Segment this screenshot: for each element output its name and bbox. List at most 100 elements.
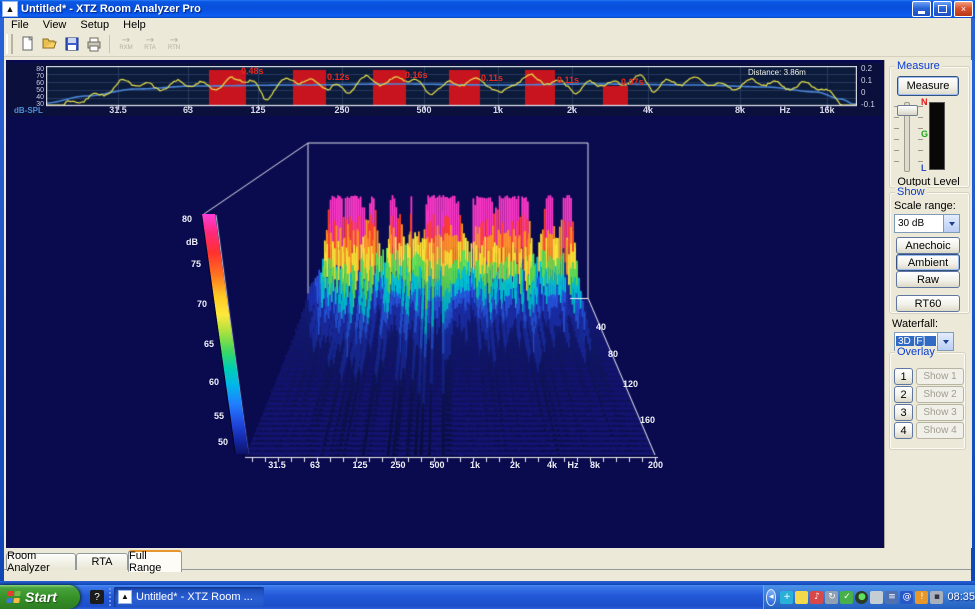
strip-left-axis-label: 40 xyxy=(36,94,44,101)
tab-room-analyzer[interactable]: Room Analyzer xyxy=(6,550,76,574)
view-tabbar: Room Analyzer RTA Full Range xyxy=(4,548,971,581)
raw-button[interactable]: Raw xyxy=(896,271,960,288)
tray-sticky-note-icon[interactable] xyxy=(795,590,809,604)
waterfall-time-label: 80 xyxy=(608,349,619,359)
quick-launch-icon[interactable]: ? xyxy=(90,590,104,604)
output-level-slider-thumb[interactable] xyxy=(897,105,918,116)
overlay-group-label: Overlay xyxy=(895,346,937,358)
anechoic-button[interactable]: Anechoic xyxy=(896,237,960,254)
overlay-number-button-3[interactable]: 3 xyxy=(894,404,913,421)
start-button-label: Start xyxy=(25,589,57,605)
open-file-button[interactable] xyxy=(39,34,61,54)
decay-time-label: 0.11s xyxy=(481,73,504,83)
tray-pointer-device-icon[interactable] xyxy=(870,590,884,604)
measure-group-label: Measure xyxy=(895,60,942,72)
input-level-meter xyxy=(929,102,945,170)
print-button[interactable] xyxy=(83,34,105,54)
strip-bottom-axis-label: 250 xyxy=(334,105,350,115)
strip-bottom-axis-label: 16k xyxy=(819,105,835,115)
scale-range-dropdown-arrow[interactable] xyxy=(943,215,959,232)
new-file-button[interactable] xyxy=(17,34,39,54)
tray-sync-icon[interactable]: ↻ xyxy=(825,590,839,604)
minimize-button[interactable] xyxy=(912,1,931,17)
menu-help[interactable]: Help xyxy=(116,19,153,31)
strip-left-axis-label: 80 xyxy=(36,66,44,73)
overlay-show-button-4[interactable]: Show 4 xyxy=(916,422,964,439)
waterfall-select-label: Waterfall: xyxy=(892,318,939,330)
overlay-number-button-2[interactable]: 2 xyxy=(894,386,913,403)
rt60-button[interactable]: RT60 xyxy=(896,295,960,312)
mode-button-rta[interactable]: → RTA xyxy=(138,34,162,55)
overlay-show-button-3[interactable]: Show 3 xyxy=(916,404,964,421)
waterfall-db-label: 80 xyxy=(182,214,193,224)
hide-icons-chevron[interactable]: ◂ xyxy=(766,588,777,606)
overlay-show-button-1[interactable]: Show 1 xyxy=(916,368,964,385)
windows-flag-icon xyxy=(6,590,22,604)
window-frame-left xyxy=(0,18,4,585)
meter-zone-n: N xyxy=(921,97,928,107)
task-button-xtz[interactable]: ▲ Untitled* - XTZ Room ... xyxy=(114,587,264,607)
titlebar[interactable]: ▲ Untitled* - XTZ Room Analyzer Pro × xyxy=(0,0,975,18)
printer-icon xyxy=(87,37,101,52)
waterfall-db-label: 60 xyxy=(209,377,220,387)
mode-button-label: RXM xyxy=(119,44,133,51)
scale-range-value: 30 dB xyxy=(898,218,925,229)
tray-antivirus-check-icon[interactable]: ✓ xyxy=(840,590,854,604)
mode-button-rtn[interactable]: → RTN xyxy=(162,34,186,55)
menu-setup[interactable]: Setup xyxy=(73,19,116,31)
toolbar-grip xyxy=(6,34,13,54)
decay-time-label: 0.16s xyxy=(405,70,428,80)
tray-layers-icon[interactable]: ≡ xyxy=(885,590,899,604)
strip-bottom-axis-label: 31.5 xyxy=(109,105,127,115)
windows-taskbar: Start ? ▲ Untitled* - XTZ Room ... ◂ + ♪ ↻… xyxy=(0,585,975,609)
waterfall-time-end-label: 200 xyxy=(648,460,664,470)
strip-bottom-axis-label: 2k xyxy=(566,105,578,115)
tray-display-icon[interactable]: ▪ xyxy=(930,590,944,604)
start-button[interactable]: Start xyxy=(0,585,80,609)
decay-time-label: 0.48s xyxy=(241,66,264,76)
tray-volume-icon[interactable]: ! xyxy=(915,590,929,604)
strip-left-axis-label: 50 xyxy=(36,87,44,94)
distance-readout: Distance: 3.86m xyxy=(748,68,806,77)
waterfall-freq-label: 63 xyxy=(309,460,321,470)
save-button[interactable] xyxy=(61,34,83,54)
overlay-show-button-2[interactable]: Show 2 xyxy=(916,386,964,403)
mode-button-label: RTA xyxy=(144,44,156,51)
overlay-number-button-4[interactable]: 4 xyxy=(894,422,913,439)
mode-button-rxm[interactable]: → RXM xyxy=(114,34,138,55)
mode-arrow-icon: → xyxy=(121,34,131,46)
scale-range-select[interactable]: 30 dB xyxy=(894,214,960,233)
show-group-label: Show xyxy=(895,186,927,198)
tray-icons: + ♪ ↻ ✓ ● ≡ @! ▪ xyxy=(779,590,944,604)
waterfall-freq-label: 31.5 xyxy=(268,460,286,470)
strip-right-axis-label: 0.1 xyxy=(861,76,873,85)
overlay-number-button-1[interactable]: 1 xyxy=(894,368,913,385)
waterfall-3d-view: 80 dB 75 70 65 60 55 50 31.5 63 125 250 500 1k 2k 4k Hz 8… xyxy=(8,120,882,546)
meter-zone-g: G xyxy=(921,129,929,139)
measure-button[interactable]: Measure xyxy=(897,76,959,96)
menu-file[interactable]: File xyxy=(4,19,36,31)
tray-recorder-icon[interactable]: ● xyxy=(855,590,869,604)
tray-messenger-icon[interactable]: + xyxy=(780,590,794,604)
mode-buttons: → RXM → RTA → RTN xyxy=(114,34,186,55)
waterfall-dropdown-arrow[interactable] xyxy=(937,333,953,350)
toolbar: → RXM → RTA → RTN xyxy=(4,32,971,57)
strip-bottom-axis-label: 1k xyxy=(492,105,504,115)
restore-button[interactable] xyxy=(933,1,952,17)
tab-rta[interactable]: RTA xyxy=(76,553,128,570)
menu-view[interactable]: View xyxy=(36,19,74,31)
taskbar-divider xyxy=(109,588,111,606)
mode-button-label: RTN xyxy=(167,44,181,51)
waterfall-canvas xyxy=(8,120,882,546)
new-file-icon xyxy=(22,36,33,51)
close-button[interactable]: × xyxy=(954,1,973,17)
system-tray: ◂ + ♪ ↻ ✓ ● ≡ @! ▪ 08:35 xyxy=(763,585,975,609)
window-title: Untitled* - XTZ Room Analyzer Pro xyxy=(21,3,201,15)
tray-media-player-icon[interactable]: ♪ xyxy=(810,590,824,604)
tray-remote-desktop-icon[interactable]: @ xyxy=(900,590,914,604)
strip-bottom-axis-label: 8k xyxy=(734,105,746,115)
strip-right-axis-label: -0.1 xyxy=(861,100,875,109)
tab-full-range[interactable]: Full Range xyxy=(128,550,182,574)
ambient-button[interactable]: Ambient xyxy=(896,254,960,271)
strip-bottom-axis-label: Hz xyxy=(779,105,791,115)
